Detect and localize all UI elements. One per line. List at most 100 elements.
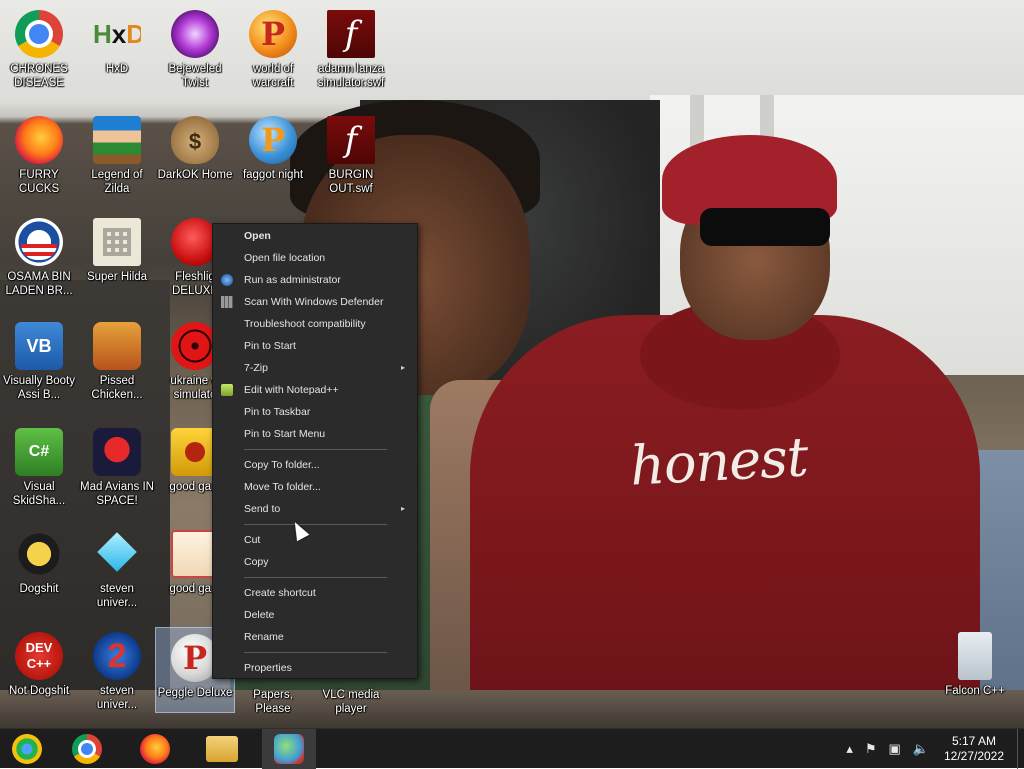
desktop-icon-label: faggot night (242, 169, 304, 181)
start-orb-icon (12, 734, 42, 764)
desktop-icon-label: CHRONES DISEASE (10, 63, 68, 89)
hxd-icon: HxD (93, 19, 141, 49)
desktop-icon-steven-universe-1[interactable]: steven univer... (78, 524, 156, 628)
menu-item-label: Move To folder... (244, 481, 321, 493)
firefox-icon (15, 116, 63, 164)
desktop-icon-label: Visually Booty Assi B... (2, 375, 76, 401)
wallpaper-hoodie-text: honest (628, 425, 809, 498)
desktop-icon-label: DarkOK Home (157, 169, 233, 181)
menu-item-label: Scan With Windows Defender (244, 296, 384, 308)
shield-icon (221, 274, 233, 286)
desktop-icon-world-of-warcraft[interactable]: P world of warcraft (234, 4, 312, 108)
desktop-icon-label: Mad Avians IN SPACE! (80, 481, 154, 507)
menu-item-label: Troubleshoot compatibility (244, 318, 366, 330)
desktop-icon-burgin-out[interactable]: f BURGIN OUT.swf (312, 110, 390, 214)
desktop-icon-furry-cucks[interactable]: FURRY CUCKS (0, 110, 78, 214)
menu-item-cut[interactable]: Cut (213, 529, 417, 551)
start-button[interactable] (0, 729, 54, 769)
menu-item-scan-with-windows-defender[interactable]: Scan With Windows Defender (213, 291, 417, 313)
menu-item-send-to[interactable]: Send to ▸ (213, 498, 417, 520)
pixel-cat-icon (93, 218, 141, 266)
network-taskbar-button[interactable] (262, 729, 316, 769)
desktop-icon-label: steven univer... (96, 685, 138, 711)
menu-item-open-file-location[interactable]: Open file location (213, 247, 417, 269)
menu-item-pin-to-taskbar[interactable]: Pin to Taskbar (213, 401, 417, 423)
menu-separator (244, 577, 387, 578)
menu-item-run-as-administrator[interactable]: Run as administrator (213, 269, 417, 291)
desktop-icon-not-dogshit[interactable]: DEV C++ Not Dogshit (0, 626, 78, 730)
system-tray: ▴ ⚑ ▣ 🔈 5:17 AM 12/27/2022 (840, 729, 1024, 769)
firefox-taskbar-button[interactable] (128, 729, 182, 769)
folder-icon (206, 736, 238, 762)
menu-item-move-to-folder[interactable]: Move To folder... (213, 476, 417, 498)
desktop-icon-bejeweled-twist[interactable]: Bejeweled Twist (156, 4, 234, 108)
desktop-icon-label: Papers, Please (253, 689, 293, 715)
desktop-icon-label: Dogshit (19, 583, 59, 595)
desktop-icon-osama-bin-laden[interactable]: OSAMA BIN LADEN BR... (0, 212, 78, 316)
menu-item-pin-to-start[interactable]: Pin to Start (213, 335, 417, 357)
desktop-icon-label: Peggle Deluxe (157, 687, 233, 699)
menu-item-label: Copy To folder... (244, 459, 320, 471)
notepad-plus-plus-icon (221, 384, 233, 396)
desktop-icon-faggot-night[interactable]: P faggot night (234, 110, 312, 214)
file-explorer-taskbar-button[interactable] (195, 729, 249, 769)
desktop-icon-visual-skidsha[interactable]: C# Visual SkidSha... (0, 422, 78, 526)
defender-icon (221, 296, 233, 308)
menu-item-label: Rename (244, 631, 284, 643)
menu-separator (244, 524, 387, 525)
desktop-icon-legend-of-zilda[interactable]: Legend of Zilda (78, 110, 156, 214)
show-desktop-button[interactable] (1017, 729, 1024, 769)
obama-logo-icon (15, 218, 63, 266)
diamond-icon (93, 530, 141, 578)
menu-item-label: 7-Zip (244, 362, 268, 374)
menu-item-open[interactable]: Open (213, 225, 417, 247)
desktop-icon-pissed-chicken[interactable]: Pissed Chicken... (78, 316, 156, 420)
dev-cpp-icon: DEV C++ (15, 632, 63, 680)
menu-item-delete[interactable]: Delete (213, 604, 417, 626)
menu-item-label: Run as administrator (244, 274, 341, 286)
chrome-taskbar-button[interactable] (60, 729, 114, 769)
desktop-icon-steven-universe-2[interactable]: 2 steven univer... (78, 626, 156, 730)
menu-item-create-shortcut[interactable]: Create shortcut (213, 582, 417, 604)
desktop-icon-adamn-lanza-simulator[interactable]: f adamn lanza simulator.swf (312, 4, 390, 108)
money-bag-icon: $ (171, 116, 219, 164)
menu-item-properties[interactable]: Properties (213, 657, 417, 679)
menu-item-copy[interactable]: Copy (213, 551, 417, 573)
desktop-icon-darkok-home[interactable]: $ DarkOK Home (156, 110, 234, 214)
desktop-icon-visually-booty[interactable]: VB Visually Booty Assi B... (0, 316, 78, 420)
desktop-icon-label: Super Hilda (86, 271, 148, 283)
desktop-icon-label: Visual SkidSha... (12, 481, 66, 507)
desktop-icon-hxd[interactable]: HxD HxD (78, 4, 156, 108)
desktop-icon-mad-avians[interactable]: Mad Avians IN SPACE! (78, 422, 156, 526)
desktop-icon-dogshit[interactable]: Dogshit (0, 524, 78, 628)
desktop-icon-falcon-cpp[interactable]: Falcon C++ (936, 626, 1014, 730)
menu-item-label: Edit with Notepad++ (244, 384, 339, 396)
cpp-bird-icon (15, 530, 63, 578)
menu-item-copy-to-folder[interactable]: Copy To folder... (213, 454, 417, 476)
network-status-icon[interactable]: ▣ (889, 741, 901, 757)
menu-item-7zip[interactable]: 7-Zip ▸ (213, 357, 417, 379)
visual-csharp-icon: C# (15, 428, 63, 476)
desktop-icon-label: adamn lanza simulator.swf (317, 63, 385, 89)
clock-time: 5:17 AM (951, 734, 997, 748)
menu-item-label: Pin to Start (244, 340, 296, 352)
submenu-arrow-icon: ▸ (400, 363, 405, 372)
volume-icon[interactable]: 🔈 (913, 741, 929, 757)
menu-item-edit-with-notepad-plus-plus[interactable]: Edit with Notepad++ (213, 379, 417, 401)
submenu-arrow-icon: ▸ (400, 504, 405, 513)
peggle-blue-icon: P (249, 116, 297, 164)
menu-item-rename[interactable]: Rename (213, 626, 417, 648)
action-center-flag-icon[interactable]: ⚑ (865, 741, 877, 757)
clock-date: 12/27/2022 (943, 749, 1005, 763)
desktop-icon-chrones-disease[interactable]: CHRONES DISEASE (0, 4, 78, 108)
desktop-icon-super-hilda[interactable]: Super Hilda (78, 212, 156, 316)
desktop-icon-label: Pissed Chicken... (91, 375, 143, 401)
chrome-icon (15, 10, 63, 58)
desktop-icon-label: steven univer... (96, 583, 138, 609)
clock[interactable]: 5:17 AM 12/27/2022 (935, 734, 1013, 764)
menu-item-pin-to-start-menu[interactable]: Pin to Start Menu (213, 423, 417, 445)
show-hidden-icons-chevron-icon[interactable]: ▴ (846, 741, 853, 757)
number-two-icon: 2 (93, 632, 141, 680)
desktop-icon-label: HxD (105, 63, 129, 75)
menu-item-troubleshoot-compatibility[interactable]: Troubleshoot compatibility (213, 313, 417, 335)
